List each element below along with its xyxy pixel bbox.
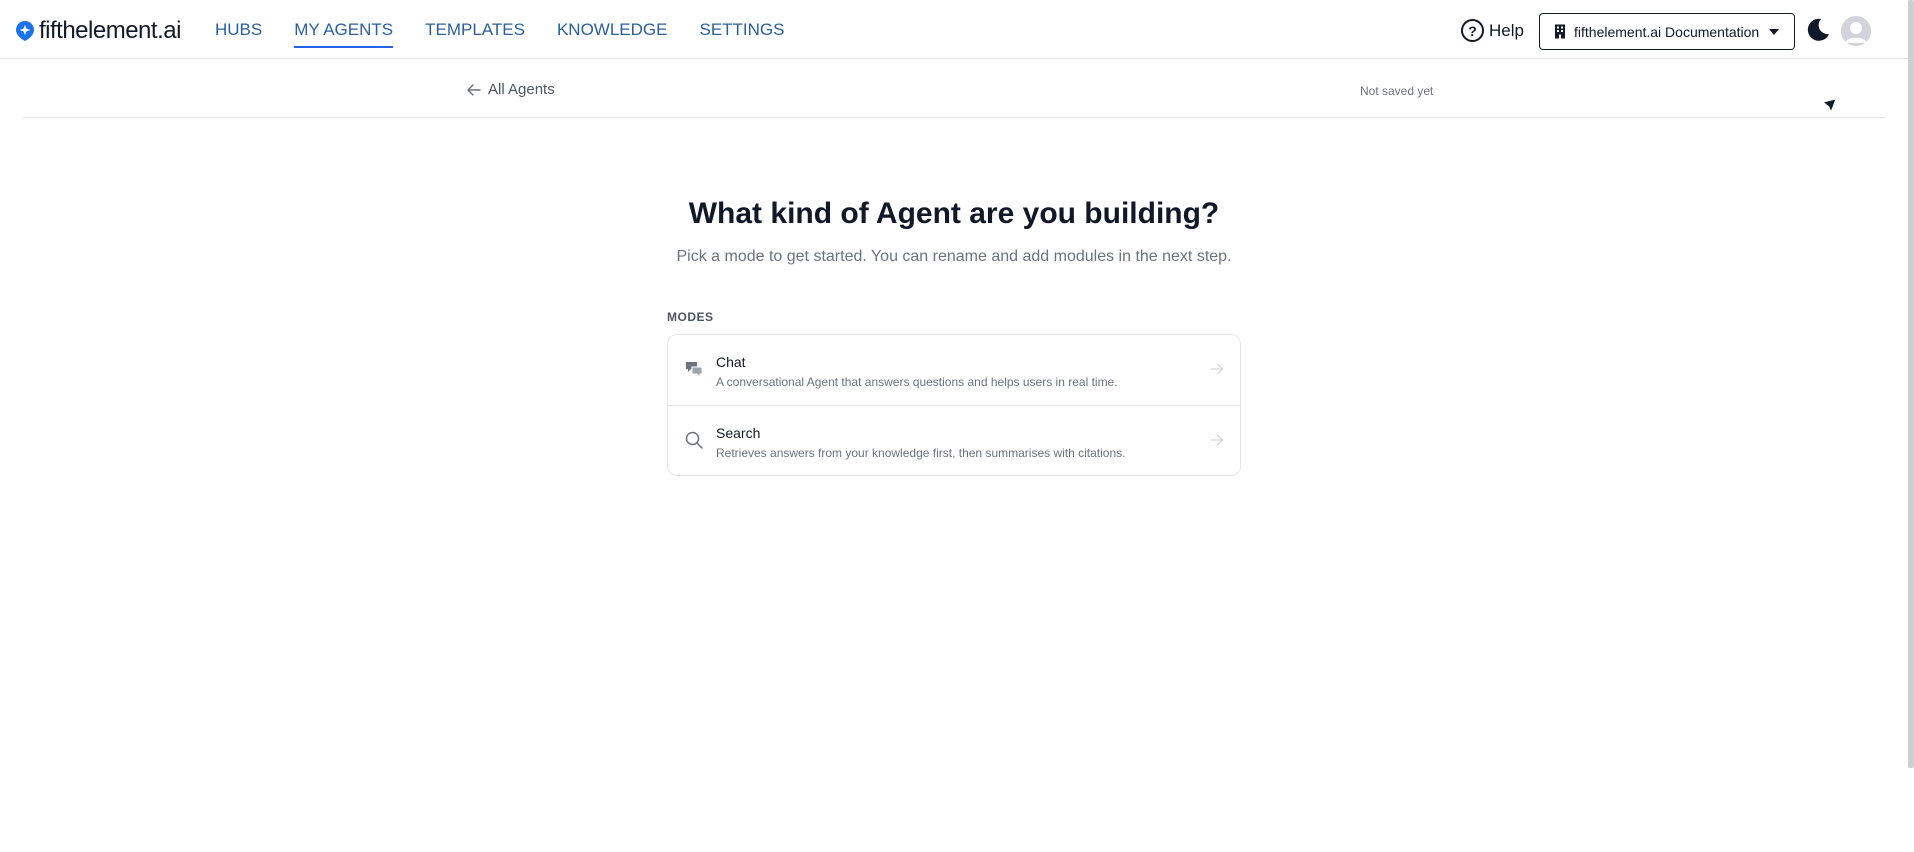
caret-down-icon — [1769, 28, 1780, 35]
modes-list: Chat A conversational Agent that answers… — [667, 334, 1241, 476]
top-navigation-bar: fifthelement.ai HUBS MY AGENTS TEMPLATES… — [0, 0, 1908, 59]
arrow-left-icon — [467, 83, 481, 96]
chat-bubbles-icon — [686, 362, 703, 379]
arrow-right-icon — [1210, 434, 1224, 446]
mode-option-chat[interactable]: Chat A conversational Agent that answers… — [668, 335, 1240, 405]
agent-builder-toolbar: All Agents Not saved yet — [23, 59, 1885, 118]
nav-knowledge[interactable]: KNOWLEDGE — [557, 0, 668, 59]
nav-settings[interactable]: SETTINGS — [699, 0, 784, 59]
main-nav: HUBS MY AGENTS TEMPLATES KNOWLEDGE SETTI… — [215, 0, 817, 59]
mode-name: Chat — [716, 354, 746, 370]
logo-text: fifthelement.ai — [39, 17, 181, 44]
user-avatar-icon[interactable] — [1841, 16, 1871, 46]
save-status: Not saved yet — [1360, 84, 1434, 98]
workspace-label: fifthelement.ai Documentation — [1574, 23, 1760, 40]
back-link-label: All Agents — [488, 81, 555, 98]
logo-mark-icon — [16, 21, 34, 41]
nav-templates[interactable]: TEMPLATES — [425, 0, 525, 59]
page-scrollbar[interactable] — [1908, 0, 1914, 768]
page-title: What kind of Agent are you building? — [688, 197, 1220, 230]
help-label: Help — [1489, 20, 1524, 40]
back-to-all-agents-link[interactable]: All Agents — [467, 81, 555, 98]
question-circle-icon: ? — [1461, 19, 1484, 42]
logo[interactable]: fifthelement.ai — [15, 17, 181, 44]
nav-my-agents[interactable]: MY AGENTS — [294, 0, 393, 59]
search-icon — [685, 431, 703, 449]
page-subtitle: Pick a mode to get started. You can rena… — [676, 248, 1232, 265]
mode-name: Search — [716, 425, 761, 441]
help-button[interactable]: ? Help — [1461, 19, 1524, 42]
mode-description: A conversational Agent that answers ques… — [716, 375, 1118, 389]
mouse-pointer-icon — [1821, 98, 1837, 114]
modes-section-label: MODES — [667, 310, 714, 324]
mode-description: Retrieves answers from your knowledge fi… — [716, 446, 1126, 460]
building-icon — [1555, 24, 1565, 39]
mode-option-search[interactable]: Search Retrieves answers from your knowl… — [668, 405, 1240, 475]
moon-icon[interactable] — [1805, 17, 1831, 43]
arrow-right-icon — [1210, 363, 1224, 375]
nav-hubs[interactable]: HUBS — [215, 0, 262, 59]
workspace-selector[interactable]: fifthelement.ai Documentation — [1539, 13, 1795, 50]
